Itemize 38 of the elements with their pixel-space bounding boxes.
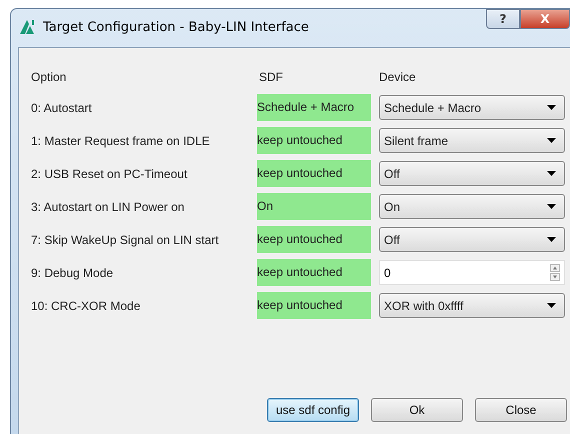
device-dropdown[interactable]: On bbox=[379, 194, 565, 219]
option-label: 0: Autostart bbox=[31, 100, 93, 114]
help-button[interactable]: ? bbox=[486, 9, 520, 29]
sdf-value: keep untouched bbox=[257, 160, 371, 187]
sdf-value: keep untouched bbox=[257, 226, 371, 253]
option-label: 9: Debug Mode bbox=[31, 266, 114, 280]
caret-icon bbox=[547, 237, 556, 242]
sdf-value: keep untouched bbox=[257, 127, 371, 154]
spin-up-icon[interactable] bbox=[550, 264, 560, 272]
caret-icon bbox=[547, 138, 556, 143]
sdf-value: Schedule + Macro bbox=[257, 94, 371, 121]
caret-icon bbox=[547, 204, 556, 209]
device-dropdown[interactable]: Off bbox=[379, 161, 565, 186]
sdf-value: On bbox=[257, 193, 371, 220]
option-label: 7: Skip WakeUp Signal on LIN start bbox=[31, 232, 220, 246]
device-dropdown[interactable]: Silent frame bbox=[379, 128, 565, 153]
option-label: 1: Master Request frame on IDLE bbox=[31, 134, 211, 148]
logo-icon bbox=[19, 19, 37, 35]
dialog-button[interactable]: Ok bbox=[371, 398, 463, 422]
option-label: 10: CRC-XOR Mode bbox=[31, 298, 142, 312]
column-header: Device bbox=[379, 69, 417, 86]
caret-icon bbox=[547, 105, 556, 110]
dialog-button[interactable]: use sdf config bbox=[267, 398, 359, 422]
spin-down-icon[interactable] bbox=[550, 273, 560, 281]
device-spinbox[interactable]: 0 bbox=[379, 260, 565, 285]
caret-icon bbox=[547, 171, 556, 176]
sdf-value: keep untouched bbox=[257, 259, 371, 286]
dialog-button[interactable]: Close bbox=[475, 398, 567, 422]
option-label: 3: Autostart on LIN Power on bbox=[31, 200, 186, 214]
caret-icon bbox=[547, 303, 556, 308]
window-title: Target Configuration - Baby-LIN Interface bbox=[43, 20, 309, 34]
device-dropdown[interactable]: Schedule + Macro bbox=[379, 95, 565, 120]
sdf-value: keep untouched bbox=[257, 292, 371, 319]
option-label: 2: USB Reset on PC-Timeout bbox=[31, 166, 188, 180]
column-header: SDF bbox=[259, 69, 284, 86]
device-dropdown[interactable]: XOR with 0xffff bbox=[379, 293, 565, 318]
column-header: Option bbox=[31, 69, 68, 86]
device-dropdown[interactable]: Off bbox=[379, 227, 565, 252]
